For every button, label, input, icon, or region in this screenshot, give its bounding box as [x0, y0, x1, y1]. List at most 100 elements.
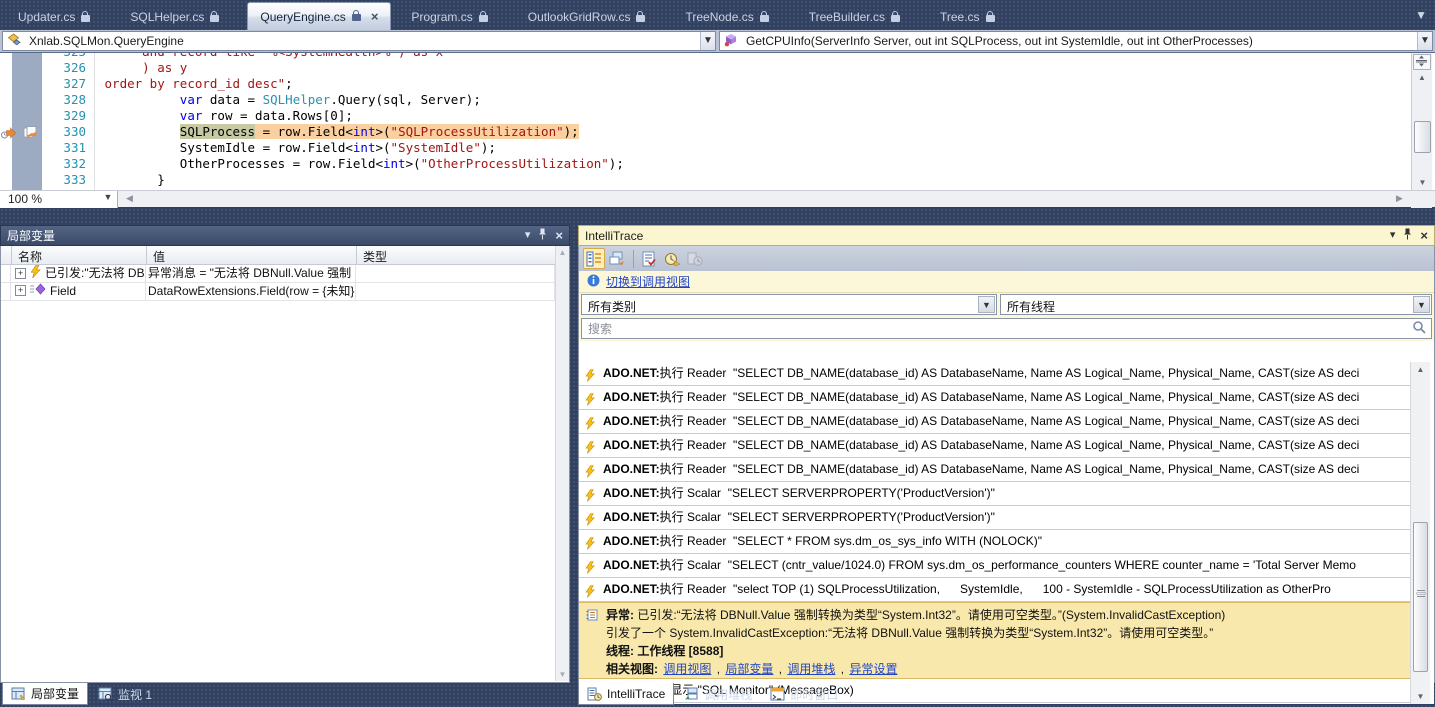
close-icon[interactable]: ×: [555, 230, 563, 241]
code-editor[interactable]: 325 and record like '%<SystemHealth>%') …: [0, 53, 1435, 207]
code-text: and record like '%<SystemHealth>%') as x: [97, 53, 443, 60]
window-menu-caret-icon[interactable]: ▾: [1390, 230, 1396, 241]
tab-updater-cs[interactable]: Updater.cs: [6, 4, 104, 30]
intellitrace-event-row[interactable]: ADO.NET:执行 Reader "SELECT * FROM sys.dm_…: [579, 530, 1410, 554]
line-number: 325: [42, 53, 86, 60]
events-view-icon[interactable]: [583, 248, 605, 269]
code-text: SQLProcess = row.Field<int>("SQLProcessU…: [97, 124, 579, 140]
type-selector-dropdown[interactable]: Xnlab.SQLMon.QueryEngine ▼: [2, 31, 716, 51]
switch-to-calls-view-link[interactable]: 切换到调用视图: [606, 273, 690, 290]
column-header-value[interactable]: 值: [147, 246, 357, 264]
related-view-link[interactable]: 局部变量: [725, 662, 773, 676]
intellitrace-event-row[interactable]: ADO.NET:执行 Reader "SELECT DB_NAME(databa…: [579, 386, 1410, 410]
cell-value[interactable]: 异常消息 = "无法将 DBNull.Value 强制: [146, 265, 356, 282]
chevron-down-icon[interactable]: ▼: [101, 192, 115, 202]
exception-thread-line: 线程: 工作线程 [8588]: [606, 642, 1410, 660]
column-header-name[interactable]: 名称: [12, 246, 147, 264]
intellitrace-event-row[interactable]: ADO.NET:执行 Scalar "SELECT SERVERPROPERTY…: [579, 506, 1410, 530]
editor-scrollbar-thumb[interactable]: [1414, 121, 1431, 153]
intellitrace-event-row[interactable]: ADO.NET:执行 Reader "SELECT DB_NAME(databa…: [579, 458, 1410, 482]
code-segment: = row.Field<: [255, 124, 353, 139]
tab-list-dropdown-icon[interactable]: ▼: [1415, 8, 1427, 22]
intellitrace-event-row[interactable]: ADO.NET:执行 Reader "SELECT DB_NAME(databa…: [579, 362, 1410, 386]
tab-treebuilder-cs[interactable]: TreeBuilder.cs: [797, 4, 914, 30]
code-viewport[interactable]: 325 and record like '%<SystemHealth>%') …: [0, 53, 1411, 190]
window-menu-caret-icon[interactable]: ▾: [525, 230, 531, 241]
panel-tab--[interactable]: 调用堆栈: [676, 683, 760, 705]
editor-vertical-scrollbar[interactable]: ▲ ▼: [1411, 53, 1432, 190]
scroll-down-arrow[interactable]: ▼: [1412, 176, 1433, 190]
tab-treenode-cs[interactable]: TreeNode.cs: [673, 4, 782, 30]
related-view-link[interactable]: 调用视图: [663, 662, 711, 676]
thread-filter-value: 所有线程: [1007, 300, 1055, 314]
pin-icon[interactable]: [538, 228, 547, 243]
related-view-link[interactable]: 异常设置: [849, 662, 897, 676]
timeline-icon[interactable]: [661, 248, 683, 269]
panel-tab-intellitrace[interactable]: IntelliTrace: [578, 683, 674, 705]
cell-name[interactable]: +已引发:"无法将 DB: [11, 265, 146, 282]
code-segment: data =: [202, 92, 262, 107]
event-list-scrollbar-thumb[interactable]: [1413, 522, 1428, 672]
chevron-down-icon[interactable]: ▼: [1413, 296, 1430, 313]
intellitrace-tab-icon: [587, 687, 602, 701]
event-category: ADO.NET:: [603, 438, 660, 452]
event-category: ADO.NET:: [603, 414, 660, 428]
intellitrace-event-row[interactable]: ADO.NET:执行 Reader "select TOP (1) SQLPro…: [579, 578, 1410, 602]
scroll-up-arrow[interactable]: ▲: [556, 246, 569, 259]
calls-view-icon[interactable]: [606, 248, 628, 269]
search-icon[interactable]: [1412, 320, 1426, 337]
panel-tab--[interactable]: 即时窗口: [762, 683, 846, 705]
ado-net-event-icon: [585, 535, 595, 554]
member-selector-dropdown[interactable]: GetCPUInfo(ServerInfo Server, out int SQ…: [719, 31, 1433, 51]
expand-icon[interactable]: +: [15, 285, 26, 296]
event-list-scrollbar[interactable]: ▲ ▼: [1410, 362, 1430, 704]
intellitrace-event-row[interactable]: ADO.NET:执行 Scalar "SELECT SERVERPROPERTY…: [579, 482, 1410, 506]
intellitrace-event-row[interactable]: ADO.NET:执行 Reader "SELECT DB_NAME(databa…: [579, 410, 1410, 434]
cell-type[interactable]: [356, 283, 555, 300]
scroll-down-arrow[interactable]: ▼: [556, 668, 569, 681]
tab-sqlhelper-cs[interactable]: SQLHelper.cs: [118, 4, 233, 30]
thread-value: 工作线程 [8588]: [637, 644, 723, 658]
column-header-type[interactable]: 类型: [357, 246, 556, 264]
intellitrace-body: 切换到调用视图 所有类别 ▼ 所有线程 ▼ ADO.NET:执行 Reader …: [578, 246, 1435, 683]
tab-tree-cs[interactable]: Tree.cs: [928, 4, 1009, 30]
cell-name[interactable]: +Field: [11, 283, 146, 300]
editor-split-handle[interactable]: [1413, 54, 1431, 70]
horizontal-splitter[interactable]: [0, 207, 1435, 225]
expand-icon[interactable]: +: [15, 268, 26, 279]
settings-icon[interactable]: [638, 248, 660, 269]
chevron-down-icon[interactable]: ▼: [978, 296, 995, 313]
tab-program-cs[interactable]: Program.cs: [399, 4, 501, 30]
history-clock-icon[interactable]: [684, 248, 706, 269]
chevron-down-icon[interactable]: ▼: [1417, 32, 1432, 50]
intellitrace-event-row[interactable]: ADO.NET:执行 Reader "SELECT DB_NAME(databa…: [579, 434, 1410, 458]
close-icon[interactable]: ×: [371, 12, 379, 22]
info-icon: [587, 274, 600, 290]
cell-type[interactable]: [356, 265, 555, 282]
scroll-up-arrow[interactable]: ▲: [1411, 362, 1430, 377]
category-filter-dropdown[interactable]: 所有类别 ▼: [581, 294, 997, 315]
scroll-left-arrow[interactable]: ◀: [126, 193, 133, 204]
close-icon[interactable]: ×: [1420, 230, 1428, 241]
panel-tab-label: 调用堆栈: [704, 686, 752, 703]
thread-filter-dropdown[interactable]: 所有线程 ▼: [1000, 294, 1432, 315]
locals-scrollbar[interactable]: ▲ ▼: [555, 246, 569, 681]
panel-tab--1[interactable]: 监视 1: [90, 683, 160, 705]
search-input[interactable]: [581, 318, 1432, 339]
pin-icon[interactable]: [1403, 228, 1412, 243]
intellitrace-event-row[interactable]: ADO.NET:执行 Scalar "SELECT (cntr_value/10…: [579, 554, 1410, 578]
tab-outlookgridrow-cs[interactable]: OutlookGridRow.cs: [516, 4, 660, 30]
chevron-down-icon[interactable]: ▼: [700, 32, 715, 50]
table-row[interactable]: +已引发:"无法将 DB异常消息 = "无法将 DBNull.Value 强制: [1, 265, 569, 283]
tab-queryengine-cs[interactable]: QueryEngine.cs×: [247, 2, 391, 30]
editor-zoom-dropdown[interactable]: 100 % ▼: [0, 191, 118, 208]
scroll-right-arrow[interactable]: ▶: [1396, 193, 1403, 204]
exception-event-selected[interactable]: 异常: 已引发:“无法将 DBNull.Value 强制转换为类型“System…: [579, 602, 1410, 679]
related-view-link[interactable]: 调用堆栈: [787, 662, 835, 676]
scroll-up-arrow[interactable]: ▲: [1412, 71, 1432, 85]
cell-value[interactable]: DataRowExtensions.Field(row = {未知}: [146, 283, 356, 300]
table-row[interactable]: +FieldDataRowExtensions.Field(row = {未知}: [1, 283, 569, 301]
vertical-splitter[interactable]: [570, 225, 578, 683]
panel-tab--[interactable]: 局部变量: [2, 683, 88, 705]
ado-net-event-icon: [585, 511, 595, 530]
